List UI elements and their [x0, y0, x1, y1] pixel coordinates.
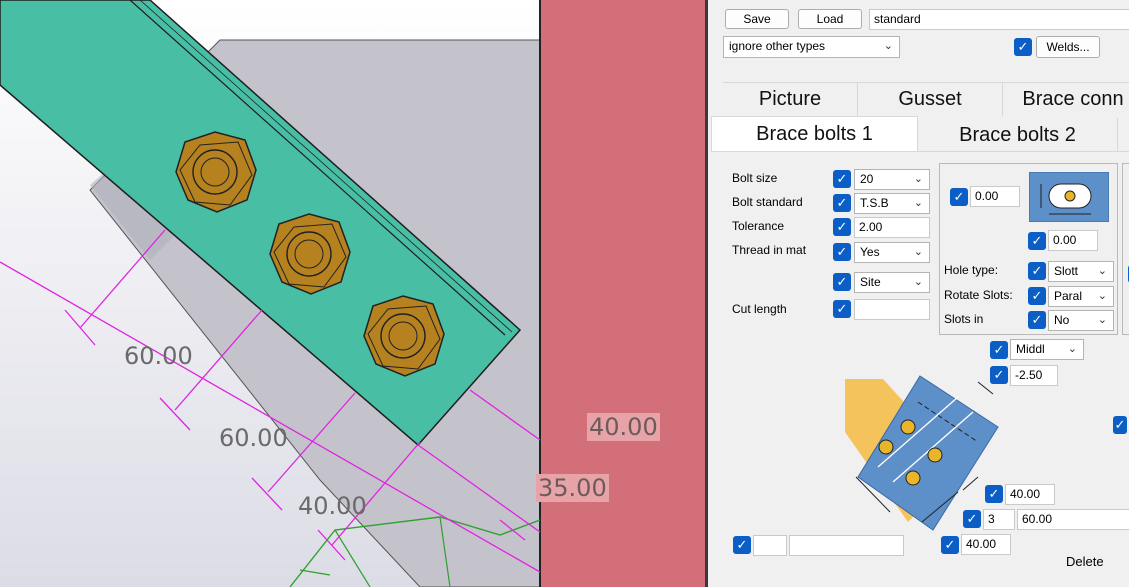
bolt-1	[175, 131, 257, 213]
tab-brace-bolts-1[interactable]: Brace bolts 1	[711, 116, 918, 152]
bolt-standard-checkbox[interactable]: ✓	[833, 194, 851, 212]
offset-bottom-checkbox[interactable]: ✓	[1028, 232, 1046, 250]
bolt-3	[363, 295, 445, 377]
thread-checkbox[interactable]: ✓	[833, 243, 851, 261]
chevron-down-icon: ⌄	[1097, 290, 1107, 302]
tab-brace-conn[interactable]: Brace conn	[1003, 82, 1129, 116]
dimension-label-1: 60.00	[124, 342, 193, 370]
bolt-standard-value: T.S.B	[860, 196, 889, 210]
dimension-label-4: 40.00	[587, 413, 660, 441]
position-value: Middl	[1016, 342, 1045, 356]
preset-name-input[interactable]: standard	[869, 9, 1129, 30]
tab-picture[interactable]: Picture	[723, 82, 858, 116]
bolt-size-checkbox[interactable]: ✓	[833, 170, 851, 188]
welds-checkbox[interactable]: ✓	[1014, 38, 1032, 56]
edge-distance-2-input[interactable]: 40.00	[961, 534, 1011, 555]
bottom-left-input-2[interactable]	[789, 535, 904, 556]
bolt-standard-select[interactable]: T.S.B ⌄	[854, 193, 930, 214]
chevron-down-icon: ⌄	[913, 276, 923, 288]
dimension-label-2: 60.00	[219, 424, 288, 452]
bolt-size-select[interactable]: 20 ⌄	[854, 169, 930, 190]
tab-brace-bolts-2[interactable]: Brace bolts 2	[918, 118, 1118, 152]
bolt-standard-label: Bolt standard	[732, 195, 803, 209]
chevron-down-icon: ⌄	[913, 246, 923, 258]
thread-select[interactable]: Yes ⌄	[854, 242, 930, 263]
right-settings-group	[1122, 163, 1129, 335]
position-checkbox[interactable]: ✓	[990, 341, 1008, 359]
offset-bottom-input[interactable]: 0.00	[1048, 230, 1098, 251]
tolerance-label: Tolerance	[732, 219, 785, 233]
site-select[interactable]: Site ⌄	[854, 272, 930, 293]
hole-type-checkbox[interactable]: ✓	[1028, 262, 1046, 280]
rotate-slots-value: Paral	[1054, 289, 1083, 303]
chevron-down-icon: ⌄	[913, 197, 923, 209]
right-offset-checkbox[interactable]: ✓	[1113, 416, 1127, 434]
chevron-down-icon: ⌄	[1097, 265, 1107, 277]
bolt-size-value: 20	[860, 172, 874, 186]
dimension-label-5: 35.00	[536, 474, 609, 502]
tab-gusset[interactable]: Gusset	[858, 82, 1003, 116]
thread-value: Yes	[860, 245, 880, 259]
edge-distance-1-input[interactable]: 40.00	[1005, 484, 1055, 505]
offset-top-checkbox[interactable]: ✓	[950, 188, 968, 206]
hole-type-label: Hole type:	[944, 263, 999, 277]
cut-length-input[interactable]	[854, 299, 930, 320]
chevron-down-icon: ⌄	[883, 40, 893, 52]
component-properties-panel: Save Load standard ignore other types ⌄ …	[705, 0, 1129, 587]
welds-button[interactable]: Welds...	[1036, 36, 1100, 58]
slots-in-checkbox[interactable]: ✓	[1028, 311, 1046, 329]
slots-in-label: Slots in	[944, 312, 984, 326]
hole-type-select[interactable]: Slott ⌄	[1048, 261, 1114, 282]
bolt-size-label: Bolt size	[732, 171, 778, 185]
bolt-spacing-input[interactable]: 60.00	[1017, 509, 1129, 530]
type-filter-select[interactable]: ignore other types ⌄	[723, 36, 900, 58]
save-button[interactable]: Save	[725, 9, 789, 29]
bolt-count-checkbox[interactable]: ✓	[963, 510, 981, 528]
load-button[interactable]: Load	[798, 9, 862, 29]
dimension-label-3: 40.00	[298, 492, 367, 520]
bottom-left-checkbox[interactable]: ✓	[733, 536, 751, 554]
site-checkbox[interactable]: ✓	[833, 273, 851, 291]
thread-label: Thread in mat	[732, 243, 807, 257]
site-value: Site	[860, 275, 881, 289]
rotate-slots-checkbox[interactable]: ✓	[1028, 287, 1046, 305]
delete-label[interactable]: Delete	[1066, 554, 1104, 569]
bolt-count-input[interactable]: 3	[983, 509, 1015, 530]
tolerance-input[interactable]: 2.00	[854, 217, 930, 238]
rotate-slots-select[interactable]: Paral ⌄	[1048, 286, 1114, 307]
edge-distance-1-checkbox[interactable]: ✓	[985, 485, 1003, 503]
cut-length-label: Cut length	[732, 302, 787, 316]
hole-slot-diagram	[1029, 172, 1109, 222]
bolt-group-diagram	[845, 375, 999, 531]
hole-type-value: Slott	[1054, 264, 1079, 278]
tolerance-checkbox[interactable]: ✓	[833, 218, 851, 236]
offset-input[interactable]: -2.50	[1010, 365, 1058, 386]
slots-in-value: No	[1054, 313, 1070, 327]
slots-in-select[interactable]: No ⌄	[1048, 310, 1114, 331]
edge-distance-2-checkbox[interactable]: ✓	[941, 536, 959, 554]
bottom-left-input-1[interactable]	[753, 535, 787, 556]
bolt-2	[269, 213, 351, 295]
rotate-slots-label: Rotate Slots:	[944, 288, 1013, 302]
type-filter-value: ignore other types	[729, 39, 826, 53]
offset-top-input[interactable]: 0.00	[970, 186, 1020, 207]
chevron-down-icon: ⌄	[1097, 314, 1107, 326]
position-select[interactable]: Middl ⌄	[1010, 339, 1084, 360]
model-viewport[interactable]: 60.00 60.00 40.00 40.00 35.00	[0, 0, 705, 587]
chevron-down-icon: ⌄	[1067, 343, 1077, 355]
cut-length-checkbox[interactable]: ✓	[833, 300, 851, 318]
chevron-down-icon: ⌄	[913, 173, 923, 185]
